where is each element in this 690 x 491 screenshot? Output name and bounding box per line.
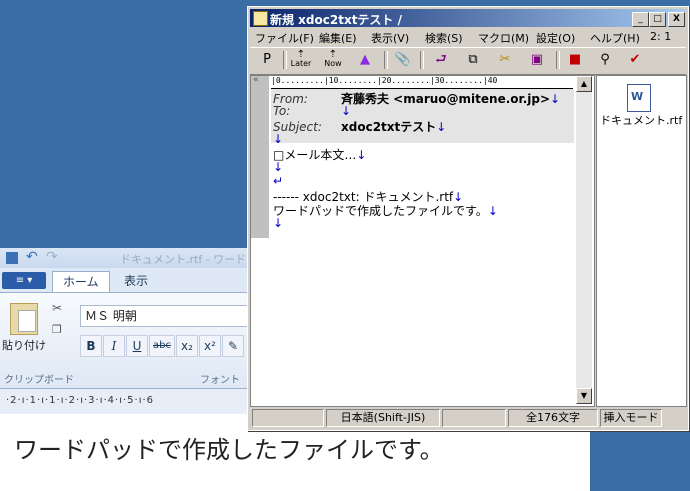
maximize-button[interactable]: □ xyxy=(649,12,666,27)
document-text: ワードパッドで作成したファイルです。 xyxy=(14,436,444,464)
minimize-button[interactable]: _ xyxy=(632,12,649,27)
attachment-name[interactable]: ドキュメント.rtf xyxy=(600,112,682,128)
clipboard-group-label: クリップボード xyxy=(4,375,74,386)
status-bar: 日本語(Shift-JIS) 全176文字 挿入モード xyxy=(250,407,686,427)
menu-macro[interactable]: マクロ(M) xyxy=(478,30,529,46)
mail-title: 新規 xdoc2txtテスト / xyxy=(270,13,402,27)
app-icon xyxy=(253,11,268,26)
mail-window: 新規 xdoc2txtテスト / _ □ X ファイル(F) 編集(E) 表示(… xyxy=(247,6,689,431)
file-menu-button[interactable]: ≡ ▾ xyxy=(2,272,46,289)
tab-home[interactable]: ホーム xyxy=(52,271,110,292)
subject-label: Subject: xyxy=(273,120,322,134)
underline-button[interactable]: U xyxy=(126,335,148,357)
menu-bar: ファイル(F) 編集(E) 表示(V) 検索(S) マクロ(M) 設定(O) ヘ… xyxy=(250,28,686,46)
paste-icon[interactable] xyxy=(10,303,38,335)
ruler-text: |0.........|10........|20........|30....… xyxy=(271,76,498,85)
to-label: To: xyxy=(273,104,291,118)
draft-icon[interactable]: ▲ xyxy=(354,50,376,70)
status-blank xyxy=(252,409,324,427)
body-text-1: □メール本文… xyxy=(273,148,357,162)
window-icon[interactable]: ⧉ xyxy=(462,50,484,70)
scissors-icon[interactable]: ✂ xyxy=(494,50,516,70)
attach-icon[interactable]: 📎 xyxy=(392,50,414,70)
menu-view[interactable]: 表示(V) xyxy=(371,30,409,46)
subject-line: Subject: xdoc2txtテスト↓ xyxy=(273,120,447,134)
send-now-button[interactable]: ⇡ Now xyxy=(322,50,344,70)
italic-button[interactable]: I xyxy=(103,335,125,357)
body-line: ワードパッドで作成したファイルです。↓ xyxy=(273,204,498,218)
from-value[interactable]: 斉藤秀夫 <maruo@mitene.or.jp> xyxy=(341,92,550,106)
body-text-5: ワードパッドで作成したファイルです。 xyxy=(273,204,488,218)
body-line: ↓ xyxy=(273,216,284,230)
status-mode[interactable]: 挿入モード xyxy=(600,409,662,427)
menu-edit[interactable]: 編集(E) xyxy=(319,30,357,46)
save-icon[interactable] xyxy=(6,252,18,264)
frame-icon[interactable]: ▣ xyxy=(526,50,548,70)
status-encoding[interactable]: 日本語(Shift-JIS) xyxy=(326,409,440,427)
menu-help[interactable]: ヘルプ(H) xyxy=(590,30,640,46)
attachment-pane: ドキュメント.rtf xyxy=(596,75,687,407)
undo-icon[interactable]: ↶ xyxy=(26,249,38,265)
ruler-ticks: ·2·ı·1·ı·1·ı·2·ı·3·ı·4·ı·5·ı·6 xyxy=(6,395,155,406)
cursor-position: 2: 1 xyxy=(650,30,672,43)
paste-button-label[interactable]: 貼り付け xyxy=(2,337,46,353)
toolbar: P ⇡ Later ⇡ Now ▲ 📎 ⮐ ⧉ ✂ ▣ ■ ⚲ ✔ xyxy=(250,47,686,75)
address-book-icon[interactable]: ■ xyxy=(564,50,586,70)
menu-file[interactable]: ファイル(F) xyxy=(255,30,314,46)
status-blank-2 xyxy=(442,409,506,427)
search-icon[interactable]: ⚲ xyxy=(594,50,616,70)
body-line: □メール本文…↓ xyxy=(273,148,367,162)
copy-icon[interactable]: ❐ xyxy=(52,323,62,336)
line-gutter xyxy=(251,76,269,238)
menu-settings[interactable]: 設定(O) xyxy=(536,30,575,46)
collapse-icon[interactable]: « xyxy=(253,75,259,85)
wrap-icon[interactable]: ⮐ xyxy=(430,50,452,70)
subscript-button[interactable]: x₂ xyxy=(176,335,198,357)
blank-line: ↓ xyxy=(273,132,284,146)
menu-search[interactable]: 検索(S) xyxy=(425,30,463,46)
bold-button[interactable]: B xyxy=(80,335,102,357)
font-group-label: フォント xyxy=(200,375,240,386)
tab-view[interactable]: 表示 xyxy=(114,271,158,291)
mail-titlebar[interactable]: 新規 xdoc2txtテスト / _ □ X xyxy=(250,9,686,27)
font-family-select[interactable]: ＭＳ 明朝 xyxy=(80,305,266,327)
wordpad-title: ドキュメント.rtf - ワード xyxy=(120,253,247,266)
body-line: ↵ xyxy=(273,174,284,188)
close-button[interactable]: X xyxy=(668,12,685,27)
subject-value[interactable]: xdoc2txtテスト xyxy=(341,120,436,134)
cut-icon[interactable]: ✂ xyxy=(52,301,62,315)
scroll-down-button[interactable]: ▼ xyxy=(576,388,592,404)
strikethrough-button[interactable]: abc xyxy=(149,335,175,357)
send-later-button[interactable]: ⇡ Later xyxy=(290,50,312,70)
word-document-icon[interactable] xyxy=(627,84,651,112)
status-char-count: 全176文字 xyxy=(508,409,598,427)
check-icon[interactable]: ✔ xyxy=(624,50,646,70)
highlight-icon[interactable]: ✎ xyxy=(222,335,244,357)
p-button[interactable]: P xyxy=(256,50,278,70)
scroll-up-button[interactable]: ▲ xyxy=(576,76,592,92)
column-ruler: |0.........|10........|20........|30....… xyxy=(271,76,573,89)
vertical-scrollbar[interactable]: ▲ ▼ xyxy=(576,76,592,404)
to-line: To: ↓ xyxy=(273,104,352,118)
body-line: ↓ xyxy=(273,160,284,174)
superscript-button[interactable]: x² xyxy=(199,335,221,357)
mail-editor[interactable]: « |0.........|10........|20........|30..… xyxy=(250,75,595,407)
redo-icon[interactable]: ↷ xyxy=(46,249,58,265)
